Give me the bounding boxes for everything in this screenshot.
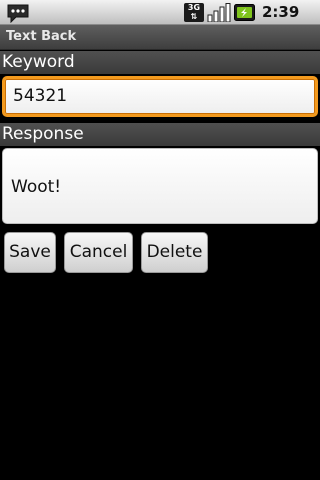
response-input[interactable]: Woot! — [2, 148, 318, 224]
save-button[interactable]: Save — [4, 232, 56, 273]
cancel-button[interactable]: Cancel — [64, 232, 133, 273]
keyword-value: 54321 — [13, 86, 68, 106]
app-title: Text Back — [6, 29, 77, 44]
sms-notification-icon[interactable] — [6, 3, 30, 23]
status-bar: 3G ⇅ 2:39 AM — [0, 0, 320, 40]
battery-charging-icon — [234, 4, 255, 21]
keyword-label-bar: Keyword — [0, 51, 320, 74]
network-type-label: 3G — [187, 3, 201, 12]
response-label: Response — [2, 124, 84, 144]
signal-strength-icon — [207, 3, 231, 22]
response-label-bar: Response — [0, 123, 320, 146]
keyword-label: Keyword — [2, 52, 75, 72]
delete-button[interactable]: Delete — [141, 232, 208, 273]
response-value: Woot! — [11, 177, 62, 197]
keyword-input[interactable]: 54321 — [2, 76, 318, 117]
network-3g-icon: 3G ⇅ — [184, 3, 204, 22]
app-title-bar: Text Back — [0, 25, 320, 50]
